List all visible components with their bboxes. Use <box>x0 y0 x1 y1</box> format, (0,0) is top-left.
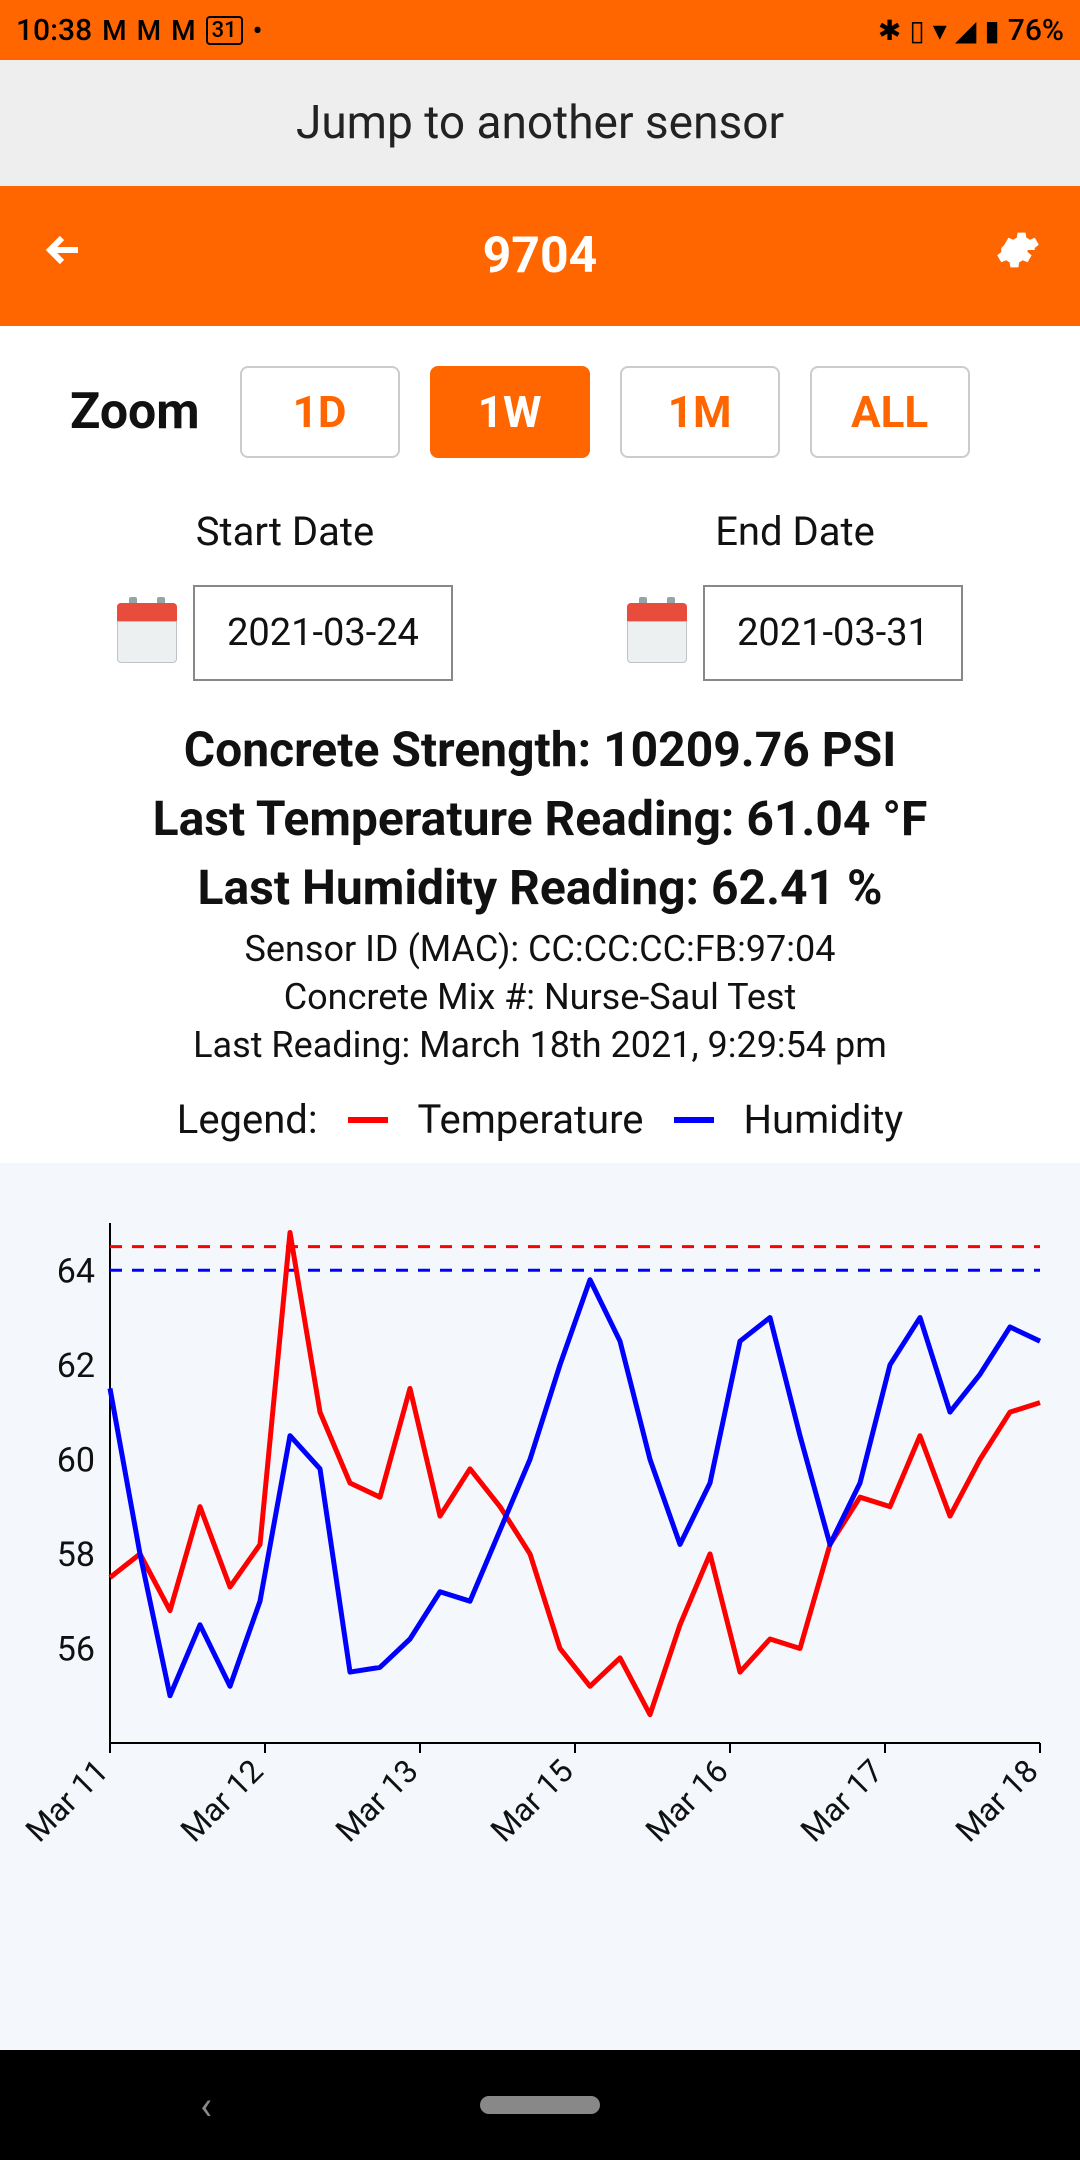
legend-line-humidity <box>674 1117 714 1123</box>
svg-text:Mar 13: Mar 13 <box>328 1752 426 1850</box>
legend-label: Legend: <box>177 1096 318 1143</box>
signal-icon: ◢ <box>955 14 977 47</box>
zoom-row: Zoom 1D 1W 1M ALL <box>30 366 1050 458</box>
nav-home-pill[interactable] <box>480 2096 600 2114</box>
last-reading-time: Last Reading: March 18th 2021, 9:29:54 p… <box>30 1024 1050 1066</box>
start-date-label: Start Date <box>117 508 453 555</box>
jump-sensor-button[interactable]: Jump to another sensor <box>0 60 1080 186</box>
sensor-title: 9704 <box>483 227 598 285</box>
bluetooth-icon: ✱ <box>878 14 901 47</box>
android-nav-bar: ‹ <box>0 2050 1080 2160</box>
concrete-strength: Concrete Strength: 10209.76 PSI <box>30 721 1050 778</box>
concrete-mix: Concrete Mix #: Nurse-Saul Test <box>30 976 1050 1018</box>
chart-area[interactable]: 56 58 60 62 64 Mar 11 Mar 12 Mar 13 Mar 15 Mar 16… <box>0 1163 1080 2050</box>
android-status-bar: 10:38 M M M 31 • ✱ ▯ ▾ ◢ ▮ 76% <box>0 0 1080 60</box>
calendar-icon[interactable] <box>117 603 177 663</box>
gmail-icon: M <box>137 14 162 47</box>
svg-text:Mar 17: Mar 17 <box>793 1752 891 1850</box>
start-date-col: Start Date 2021-03-24 <box>117 508 453 681</box>
back-arrow-icon[interactable] <box>40 226 88 286</box>
info-panel: Zoom 1D 1W 1M ALL Start Date 2021-03-24 End… <box>0 326 1080 1163</box>
svg-text:Mar 18: Mar 18 <box>948 1752 1046 1850</box>
last-temperature: Last Temperature Reading: 61.04 °F <box>30 790 1050 847</box>
battery-percent: 76% <box>1008 13 1064 48</box>
gmail-icon: M <box>102 14 127 47</box>
battery-icon: ▮ <box>984 14 999 47</box>
status-time: 10:38 <box>16 13 92 48</box>
svg-text:Mar 15: Mar 15 <box>483 1752 581 1850</box>
line-chart[interactable]: 56 58 60 62 64 Mar 11 Mar 12 Mar 13 Mar 15 Mar 16… <box>20 1203 1060 1883</box>
zoom-button-all[interactable]: ALL <box>810 366 970 458</box>
title-bar: 9704 <box>0 186 1080 326</box>
svg-text:64: 64 <box>57 1251 95 1291</box>
start-date-input[interactable]: 2021-03-24 <box>193 585 453 681</box>
settings-gear-icon[interactable] <box>992 226 1040 286</box>
svg-text:Mar 12: Mar 12 <box>173 1752 271 1850</box>
last-humidity: Last Humidity Reading: 62.41 % <box>30 859 1050 916</box>
svg-text:Mar 16: Mar 16 <box>638 1752 736 1850</box>
gmail-icon: M <box>171 14 196 47</box>
calendar-icon: 31 <box>206 16 243 45</box>
vibrate-icon: ▯ <box>909 14 924 47</box>
calendar-icon[interactable] <box>627 603 687 663</box>
end-date-input[interactable]: 2021-03-31 <box>703 585 963 681</box>
zoom-button-1d[interactable]: 1D <box>240 366 400 458</box>
dot-icon: • <box>253 14 263 47</box>
zoom-button-1w[interactable]: 1W <box>430 366 590 458</box>
legend-label-temperature: Temperature <box>418 1096 644 1143</box>
zoom-button-1m[interactable]: 1M <box>620 366 780 458</box>
end-date-col: End Date 2021-03-31 <box>627 508 963 681</box>
svg-text:58: 58 <box>57 1535 95 1575</box>
svg-text:62: 62 <box>57 1346 95 1386</box>
legend-label-humidity: Humidity <box>744 1096 904 1143</box>
legend-line-temperature <box>348 1117 388 1123</box>
svg-text:56: 56 <box>57 1629 95 1669</box>
svg-text:60: 60 <box>57 1440 95 1480</box>
zoom-label: Zoom <box>70 383 200 441</box>
jump-label: Jump to another sensor <box>296 96 784 150</box>
end-date-label: End Date <box>627 508 963 555</box>
legend-row: Legend: Temperature Humidity <box>30 1096 1050 1143</box>
readings-block: Concrete Strength: 10209.76 PSI Last Tem… <box>30 721 1050 1066</box>
date-row: Start Date 2021-03-24 End Date 2021-03-3… <box>30 508 1050 681</box>
svg-text:Mar 11: Mar 11 <box>20 1752 116 1850</box>
nav-back-icon[interactable]: ‹ <box>200 2082 212 2129</box>
wifi-icon: ▾ <box>933 14 947 47</box>
sensor-id: Sensor ID (MAC): CC:CC:CC:FB:97:04 <box>30 928 1050 970</box>
